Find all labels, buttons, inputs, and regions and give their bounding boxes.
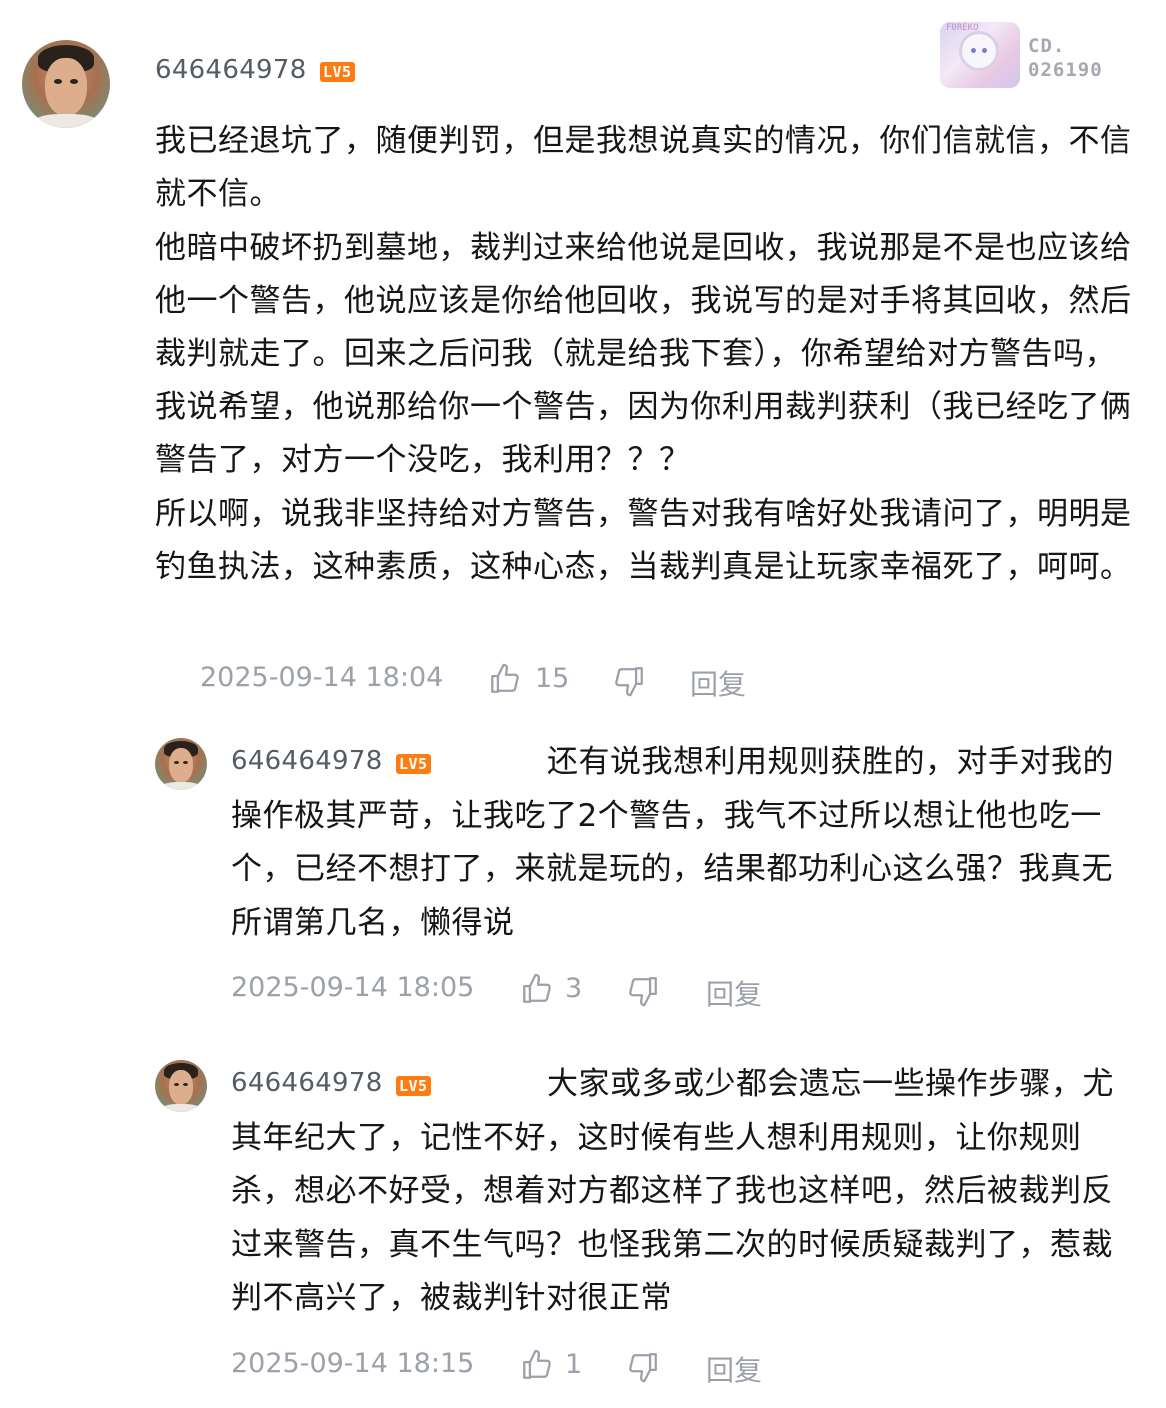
comment-thread: F0REKO CD. 026190 646464978 LV5 我已经退坑了，随… bbox=[0, 0, 1166, 1408]
comment-paragraph-2: 他暗中破坏扔到墓地，裁判过来给他说是回收，我说那是不是也应该给他一个警告，他说应… bbox=[155, 230, 1132, 478]
like-count: 1 bbox=[565, 1349, 583, 1380]
like-count: 3 bbox=[565, 973, 583, 1004]
reply-timestamp: 2025-09-14 18:15 bbox=[231, 1348, 475, 1379]
avatar[interactable] bbox=[22, 40, 110, 128]
reply-text: 还有说我想利用规则获胜的，对手对我的操作极其严苛，让我吃了2个警告，我气不过所以… bbox=[231, 736, 1136, 950]
decoration-figure bbox=[962, 34, 996, 68]
thumbs-down-icon[interactable] bbox=[612, 664, 646, 698]
reply-content: 还有说我想利用规则获胜的，对手对我的操作极其严苛，让我吃了2个警告，我气不过所以… bbox=[231, 744, 1114, 941]
like-count: 15 bbox=[535, 663, 570, 694]
decoration-tag: F0REKO bbox=[946, 23, 979, 33]
reply-content: 大家或多或少都会遗忘一些操作步骤，尤其年纪大了，记性不好，这时候有些人想利用规则… bbox=[231, 1066, 1114, 1316]
decoration-card: F0REKO bbox=[940, 22, 1020, 88]
comment-timestamp: 2025-09-14 18:04 bbox=[200, 662, 444, 693]
comment-paragraph-1: 我已经退坑了，随便判罚，但是我想说真实的情况，你们信就信，不信就不信。 bbox=[155, 123, 1132, 212]
level-badge: LV5 bbox=[320, 62, 355, 82]
decoration-label-1: CD. bbox=[1028, 35, 1066, 57]
reply-timestamp: 2025-09-14 18:05 bbox=[231, 972, 475, 1003]
decoration-figure-eye bbox=[971, 48, 976, 53]
thumbs-down-icon[interactable] bbox=[626, 1350, 660, 1384]
username[interactable]: 646464978 bbox=[155, 55, 307, 85]
reply-button[interactable]: 回复 bbox=[706, 1349, 762, 1389]
thumbs-up-icon[interactable] bbox=[520, 972, 554, 1006]
avatar[interactable] bbox=[155, 738, 207, 790]
thumbs-up-icon[interactable] bbox=[488, 662, 522, 696]
thumbs-up-icon[interactable] bbox=[520, 1348, 554, 1382]
reply-button[interactable]: 回复 bbox=[690, 663, 746, 703]
comment-paragraph-3: 所以啊，说我非坚持给对方警告，警告对我有啥好处我请问了，明明是钓鱼执法，这种素质… bbox=[155, 496, 1132, 585]
reply-button[interactable]: 回复 bbox=[706, 973, 762, 1013]
reply-text: 大家或多或少都会遗忘一些操作步骤，尤其年纪大了，记性不好，这时候有些人想利用规则… bbox=[231, 1058, 1136, 1326]
thumbs-down-icon[interactable] bbox=[626, 974, 660, 1008]
decoration-label-2: 026190 bbox=[1028, 59, 1103, 81]
decoration-figure-eye bbox=[982, 48, 987, 53]
avatar[interactable] bbox=[155, 1060, 207, 1112]
